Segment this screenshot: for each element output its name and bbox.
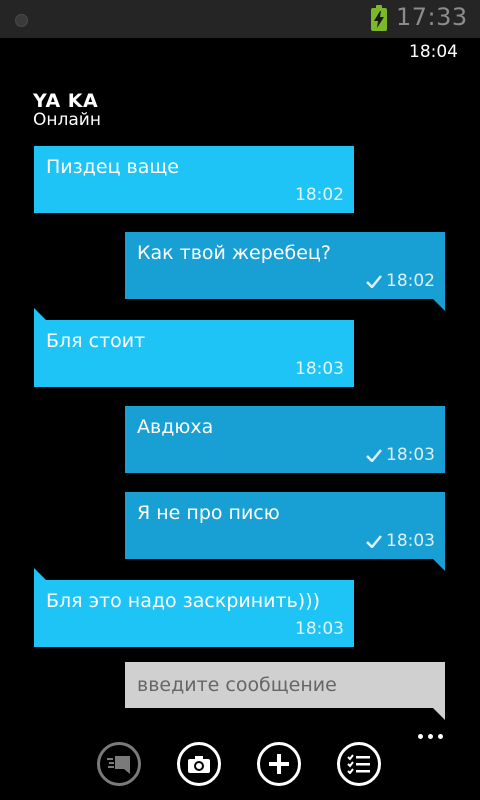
message-meta: 18:03 (366, 445, 435, 465)
message-time: 18:03 (295, 619, 344, 639)
notification-dot-icon (15, 14, 28, 27)
chat-list-icon (107, 756, 130, 774)
message-meta: 18:02 (295, 185, 344, 205)
checklist-icon (347, 754, 370, 774)
bubble-tail (433, 559, 445, 571)
message-text: Я не про писю (137, 502, 280, 524)
contact-name[interactable]: YA KA (33, 90, 98, 112)
message-bubble-incoming[interactable]: Бля стоит 18:03 (34, 308, 354, 387)
message-text: Пиздец ваще (46, 156, 179, 178)
message-bubble-outgoing[interactable]: Авдюха 18:03 (125, 406, 445, 473)
delivered-check-icon (366, 534, 382, 548)
bubble-tail (34, 568, 46, 580)
battery-charging-icon (371, 5, 387, 31)
select-messages-button[interactable] (337, 742, 381, 786)
contact-status: Онлайн (33, 110, 101, 130)
bubble-tail (34, 308, 46, 320)
message-meta: 18:03 (295, 619, 344, 639)
message-time: 18:03 (295, 359, 344, 379)
message-meta: 18:02 (366, 271, 435, 291)
camera-button[interactable] (177, 742, 221, 786)
message-text: Авдюха (137, 416, 214, 438)
chat-list-button[interactable] (97, 742, 141, 786)
message-time: 18:03 (386, 445, 435, 465)
camera-icon (188, 756, 210, 773)
plus-icon (269, 754, 289, 774)
bubble-tail (433, 299, 445, 311)
message-time: 18:02 (386, 271, 435, 291)
message-bubble-incoming[interactable]: Бля это надо заскринить))) 18:03 (34, 568, 354, 647)
delivered-check-icon (366, 274, 382, 288)
app-clock: 18:04 (409, 42, 458, 62)
message-bubble-outgoing[interactable]: Как твой жеребец? 18:02 (125, 232, 445, 311)
add-attachment-button[interactable] (257, 742, 301, 786)
message-bubble-incoming[interactable]: Пиздец ваще 18:02 (34, 146, 354, 213)
message-meta: 18:03 (295, 359, 344, 379)
message-bubble-outgoing[interactable]: Я не про писю 18:03 (125, 492, 445, 571)
delivered-check-icon (366, 448, 382, 462)
message-text: Как твой жеребец? (137, 242, 331, 264)
message-text: Бля стоит (46, 330, 146, 352)
status-bar: 17:33 (0, 0, 480, 38)
input-tail (433, 708, 445, 720)
message-meta: 18:03 (366, 531, 435, 551)
status-bar-time: 17:33 (396, 3, 468, 31)
more-options-icon[interactable] (418, 734, 448, 748)
message-input[interactable] (125, 662, 445, 708)
message-time: 18:02 (295, 185, 344, 205)
message-time: 18:03 (386, 531, 435, 551)
chat-screen: 17:33 18:04 YA KA Онлайн Пиздец ваще 18:… (0, 0, 480, 800)
message-text: Бля это надо заскринить))) (46, 590, 321, 612)
